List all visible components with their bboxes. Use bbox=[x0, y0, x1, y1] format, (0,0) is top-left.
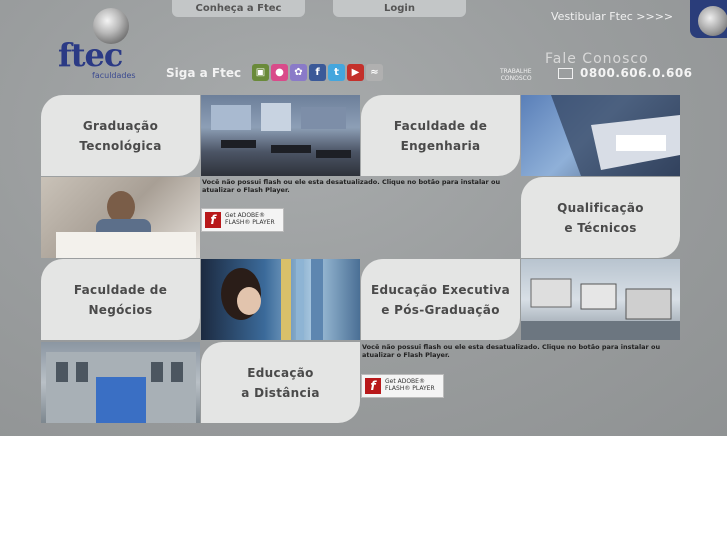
flash-line: atualizar o Flash Player. bbox=[362, 351, 450, 359]
trabalhe-line2: CONOSCO bbox=[500, 75, 532, 82]
tile-label: a Distância bbox=[241, 385, 320, 400]
flash-button-label: Get ADOBE® FLASH® PLAYER bbox=[385, 378, 435, 392]
student-drawing-photo bbox=[41, 177, 200, 258]
tile-negocios[interactable]: Faculdade de Negócios bbox=[41, 259, 200, 340]
flash-button-label: Get ADOBE® FLASH® PLAYER bbox=[225, 212, 275, 226]
flash-line: Você não possui flash ou ele esta desatu… bbox=[362, 343, 661, 351]
siga-label: Siga a Ftec bbox=[166, 66, 242, 80]
flash-icon: f bbox=[365, 378, 381, 394]
get-flash-button[interactable]: f Get ADOBE® FLASH® PLAYER bbox=[201, 208, 284, 232]
tile-distancia[interactable]: Educação a Distância bbox=[201, 342, 360, 423]
flash-message: Você não possui flash ou ele esta desatu… bbox=[202, 178, 512, 194]
tile-label: Qualificação bbox=[557, 200, 644, 215]
tile-executiva[interactable]: Educação Executiva e Pós-Graduação bbox=[361, 259, 520, 340]
tile-label: Negócios bbox=[88, 302, 153, 317]
tab-conheca[interactable]: Conheça a Ftec bbox=[172, 0, 305, 17]
vestibular-link[interactable]: Vestibular Ftec >>>> bbox=[551, 10, 673, 23]
phone-number: 0800.606.0.606 bbox=[580, 66, 693, 80]
youtube-icon[interactable]: ▶ bbox=[347, 64, 364, 81]
tile-graduacao[interactable]: Graduação Tecnológica bbox=[41, 95, 200, 176]
logo[interactable]: ftec bbox=[58, 36, 123, 74]
lab-equipment-photo bbox=[521, 259, 680, 340]
campus-building-photo bbox=[41, 342, 200, 423]
tile-label: Faculdade de bbox=[393, 118, 488, 133]
page-background: Conheça a Ftec Login ftec faculdades Sig… bbox=[0, 0, 727, 436]
flash-message-2: Você não possui flash ou ele esta desatu… bbox=[362, 343, 672, 359]
tile-qualificacao[interactable]: Qualificação e Técnicos bbox=[521, 177, 680, 258]
tile-engenharia[interactable]: Faculdade de Engenharia bbox=[361, 95, 520, 176]
trabalhe-line1: TRABALHE bbox=[500, 68, 532, 75]
facebook-icon[interactable]: f bbox=[309, 64, 326, 81]
library-photo bbox=[201, 259, 360, 340]
flickr-icon[interactable]: ✿ bbox=[290, 64, 307, 81]
flash-line: atualizar o Flash Player. bbox=[202, 186, 290, 194]
flash-icon: f bbox=[205, 212, 221, 228]
tile-label: Faculdade de bbox=[73, 282, 168, 297]
tile-label: e Técnicos bbox=[564, 220, 637, 235]
trabalhe-conosco[interactable]: TRABALHE CONOSCO bbox=[500, 68, 532, 82]
classroom-photo bbox=[201, 95, 360, 176]
tab-login[interactable]: Login bbox=[333, 0, 466, 17]
mail-icon[interactable] bbox=[558, 68, 573, 79]
flash-line: Você não possui flash ou ele esta desatu… bbox=[202, 178, 501, 186]
tile-label: e Pós-Graduação bbox=[381, 302, 500, 317]
building-photo bbox=[521, 95, 680, 176]
corner-globe-icon[interactable] bbox=[690, 0, 727, 38]
rss-icon[interactable]: ≈ bbox=[366, 64, 383, 81]
tile-label: Educação bbox=[247, 365, 314, 380]
fale-conosco[interactable]: Fale Conosco bbox=[545, 51, 649, 67]
get-flash-button-2[interactable]: f Get ADOBE® FLASH® PLAYER bbox=[361, 374, 444, 398]
tile-label: Graduação bbox=[82, 118, 159, 133]
orkut-icon[interactable]: ● bbox=[271, 64, 288, 81]
tile-label: Educação Executiva bbox=[370, 282, 511, 297]
tile-label: Tecnológica bbox=[79, 138, 162, 153]
tile-label: Engenharia bbox=[400, 138, 481, 153]
twitter-icon[interactable]: t bbox=[328, 64, 345, 81]
tv-icon[interactable]: ▣ bbox=[252, 64, 269, 81]
logo-subtitle: faculdades bbox=[92, 71, 136, 80]
